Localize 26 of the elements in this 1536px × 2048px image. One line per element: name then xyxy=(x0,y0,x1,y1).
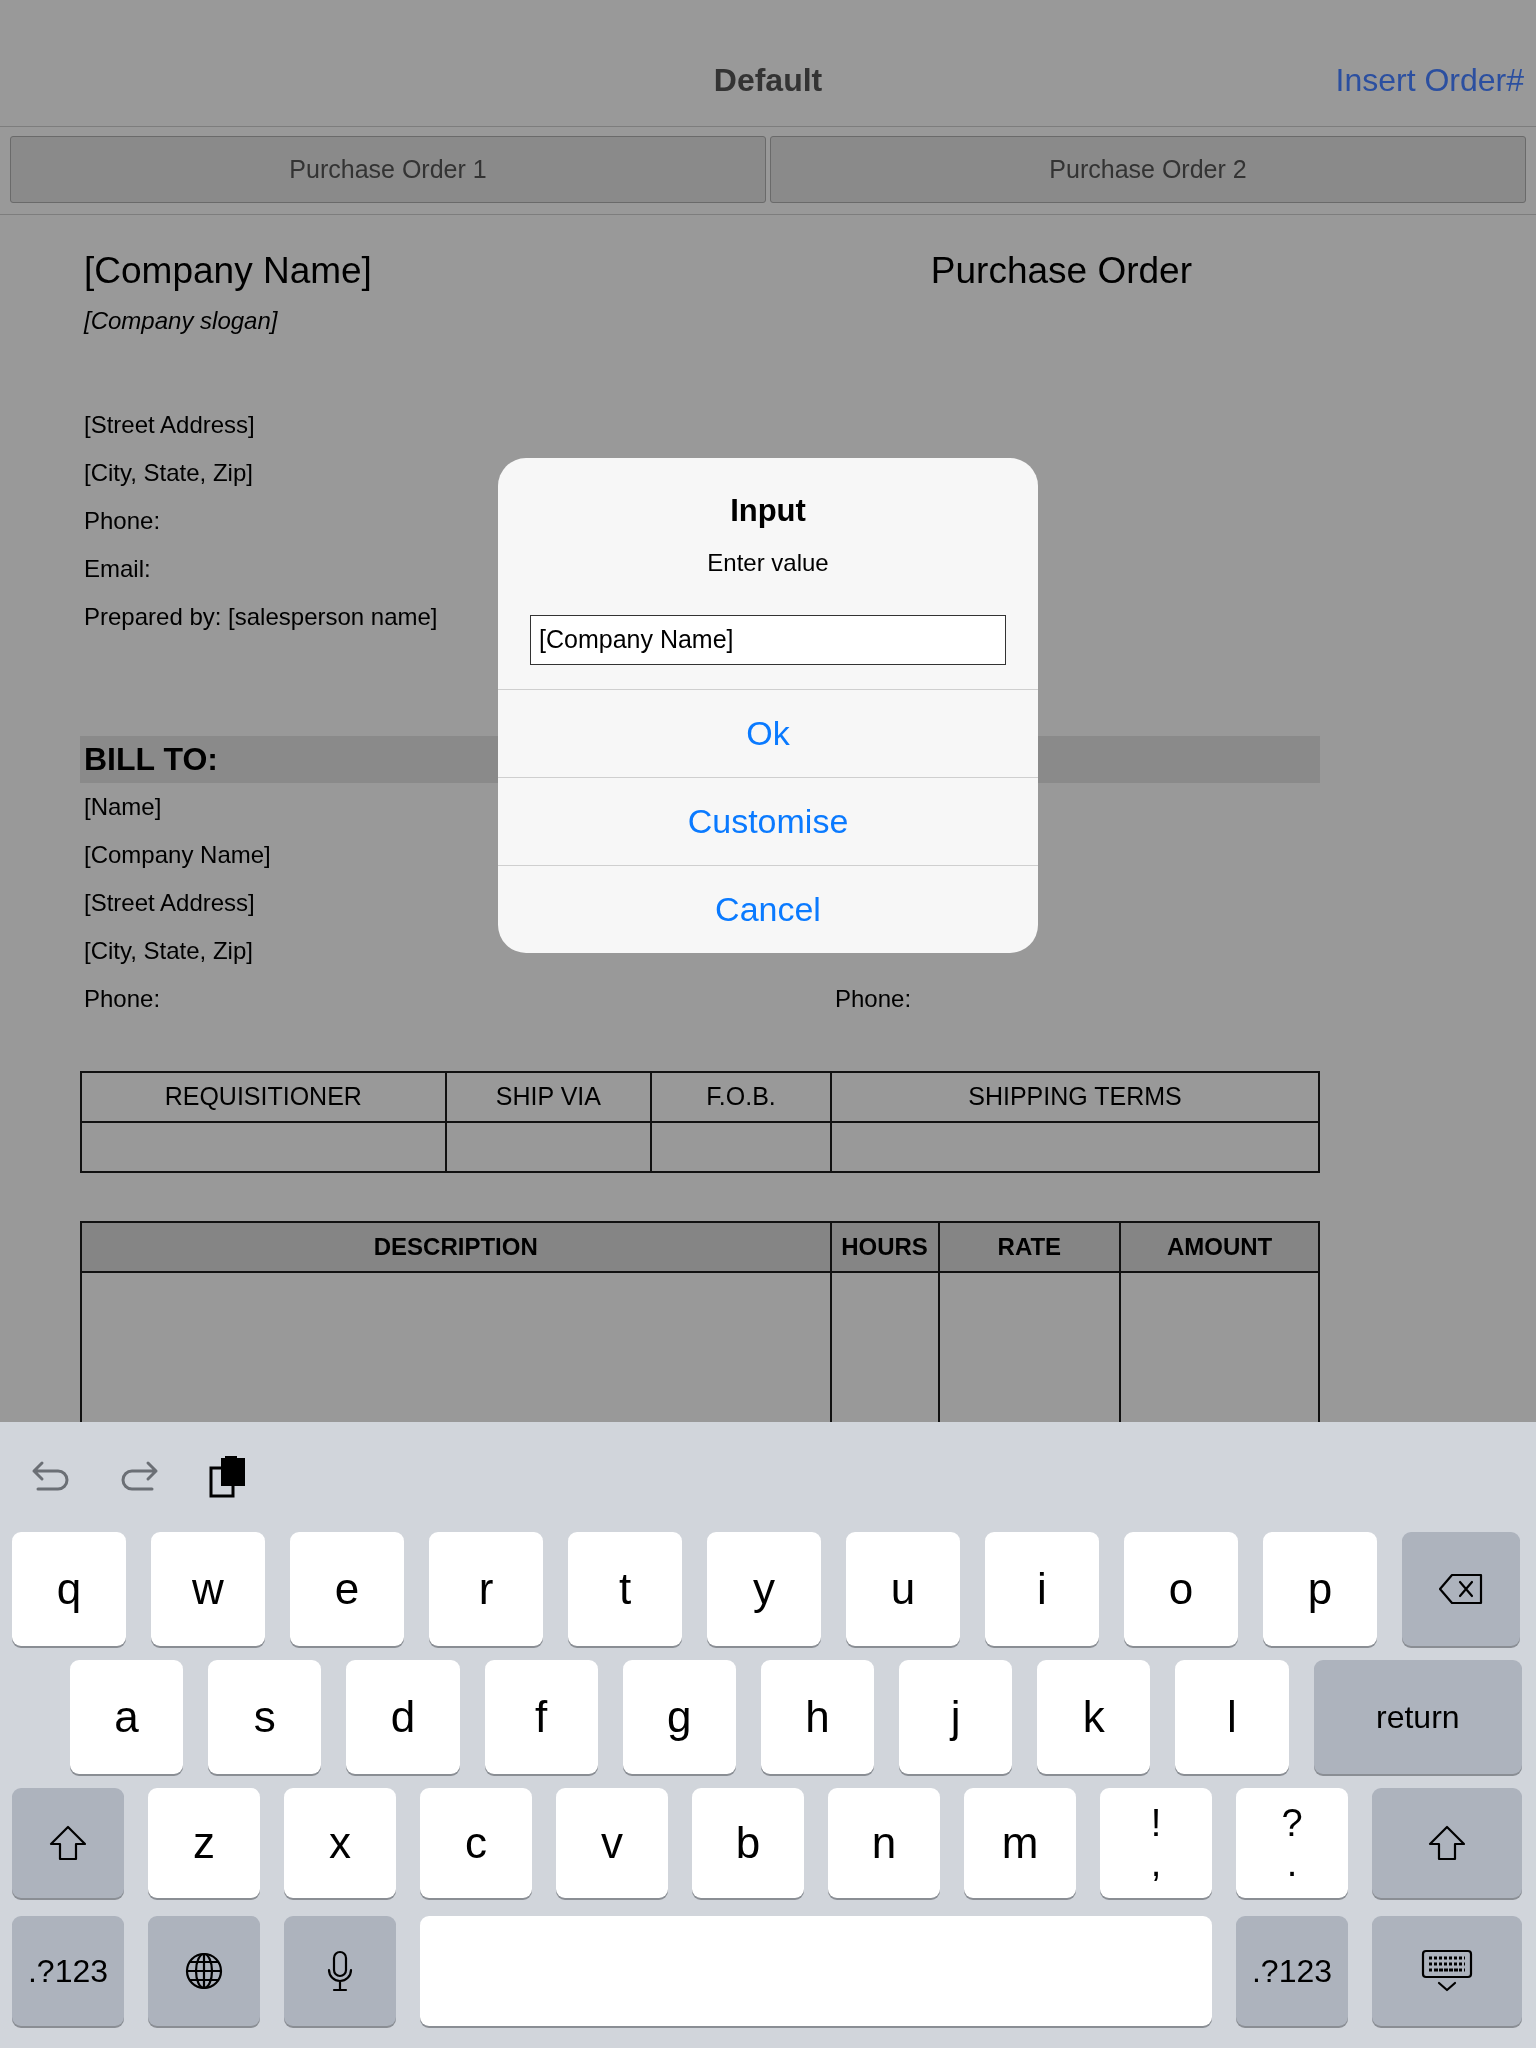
column-header: RATE xyxy=(938,1221,1121,1272)
bill-to-line: [Street Address] xyxy=(84,887,255,918)
column-header: F.O.B. xyxy=(651,1071,831,1122)
ship-to-line: Phone: xyxy=(835,983,912,1014)
column-header: AMOUNT xyxy=(1120,1221,1319,1272)
column-header: HOURS xyxy=(830,1221,939,1272)
bill-to-line: [Company Name] xyxy=(84,839,271,870)
sender-line: [Street Address] xyxy=(84,409,255,440)
bill-to-line: Phone: xyxy=(84,983,161,1014)
column-header: SHIP VIA xyxy=(445,1071,652,1122)
nav-title: Default xyxy=(713,61,823,100)
sender-line: Prepared by: [salesperson name] xyxy=(84,601,438,632)
dialog-title: Input xyxy=(729,492,807,530)
document-title: Purchase Order xyxy=(930,249,1192,293)
column-header: REQUISITIONER xyxy=(81,1071,446,1122)
column-header: SHIPPING TERMS xyxy=(830,1071,1319,1122)
bill-to-line: [Name] xyxy=(84,791,162,822)
sender-line: Email: xyxy=(84,553,151,584)
bill-to-line: [City, State, Zip] xyxy=(84,935,253,966)
dialog-message: Enter value xyxy=(706,547,830,578)
bill-to-heading: BILL TO: xyxy=(84,739,218,775)
sender-line: [City, State, Zip] xyxy=(84,457,253,488)
column-header: DESCRIPTION xyxy=(81,1221,831,1272)
sender-line: Phone: xyxy=(84,505,161,536)
company-name: [Company Name] xyxy=(84,249,372,293)
company-slogan: [Company slogan] xyxy=(82,305,279,336)
